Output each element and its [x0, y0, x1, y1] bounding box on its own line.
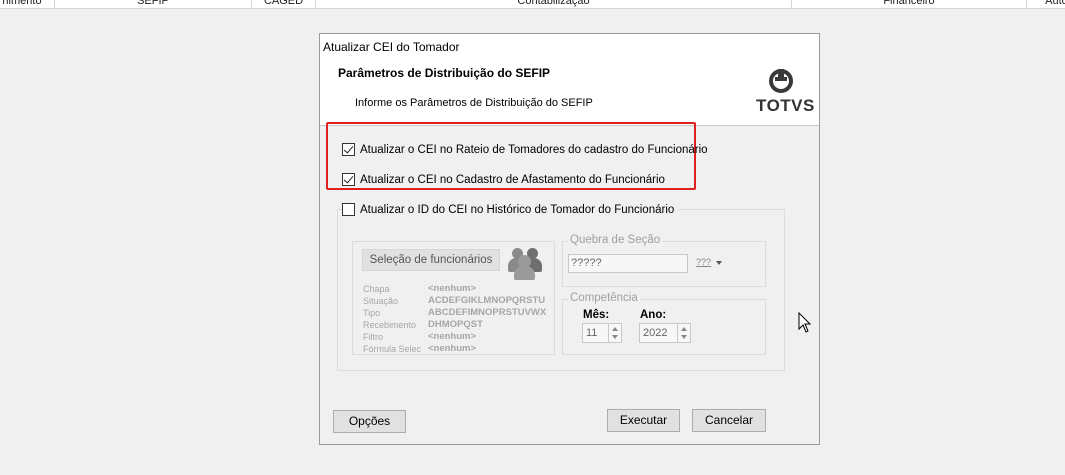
competencia-legend: Competência: [568, 292, 640, 304]
checkbox-label: Atualizar o CEI no Rateio de Tomadores d…: [360, 143, 708, 156]
label-tipo: Tipo: [363, 308, 381, 318]
atualizar-cei-dialog: Atualizar CEI do Tomador Parâmetros de D…: [319, 33, 820, 445]
column-header[interactable]: Financeiro: [792, 0, 1027, 8]
value-chapa: <nenhum>: [428, 283, 477, 294]
dialog-title: Atualizar CEI do Tomador: [323, 40, 460, 54]
selection-values: <nenhum> ACDEFGIKLMNOPQRSTU ABCDEFIMNOPR…: [428, 283, 555, 355]
label-recebimento: Recebimento: [363, 320, 417, 330]
column-header[interactable]: nimento: [0, 0, 55, 8]
column-header[interactable]: CAGED: [252, 0, 316, 8]
checkbox-historico-tomador[interactable]: Atualizar o ID do CEI no Histórico de To…: [342, 203, 679, 216]
mes-spinner[interactable]: 11: [582, 323, 622, 343]
employee-selection-panel: Seleção de funcionários Chapa Situação T…: [352, 241, 555, 355]
quebra-secao-input[interactable]: ?????: [568, 254, 688, 273]
people-icon: [508, 246, 544, 280]
spin-down-icon[interactable]: [681, 335, 687, 339]
spin-up-icon[interactable]: [612, 327, 618, 331]
column-header[interactable]: SEFIP: [55, 0, 252, 8]
header-subtitle: Informe os Parâmetros de Distribuição do…: [355, 97, 593, 109]
totvs-logo-icon: [769, 69, 793, 93]
value-tipo: ABCDEFIMNOPRSTUVWX: [428, 307, 547, 318]
label-formula-selec: Fórmula Selec: [363, 344, 422, 354]
checkbox-unchecked-icon[interactable]: [342, 203, 355, 216]
dialog-header: Parâmetros de Distribuição do SEFIP Info…: [320, 58, 819, 126]
checkbox-label: Atualizar o CEI no Cadastro de Afastamen…: [360, 173, 665, 186]
ano-value[interactable]: 2022: [643, 327, 667, 339]
checkbox-rateio-tomadores[interactable]: Atualizar o CEI no Rateio de Tomadores d…: [342, 143, 708, 156]
column-header[interactable]: Contabilização: [316, 0, 792, 8]
mes-value[interactable]: 11: [586, 327, 597, 339]
label-filtro: Filtro: [363, 332, 383, 342]
ano-label: Ano:: [640, 309, 667, 321]
dropdown-arrow-icon[interactable]: [716, 261, 722, 265]
dialog-titlebar[interactable]: Atualizar CEI do Tomador: [320, 34, 819, 58]
label-chapa: Chapa: [363, 284, 390, 294]
quebra-secao-legend: Quebra de Seção: [568, 234, 663, 246]
spin-down-icon[interactable]: [612, 335, 618, 339]
spin-up-icon[interactable]: [681, 327, 687, 331]
mouse-cursor-icon: [798, 312, 812, 333]
checkbox-label: Atualizar o ID do CEI no Histórico de To…: [360, 203, 675, 216]
label-situacao: Situação: [363, 296, 399, 306]
column-header[interactable]: Auto: [1027, 0, 1065, 8]
value-recebimento: DHMOPQST: [428, 319, 483, 330]
value-situacao: ACDEFGIKLMNOPQRSTU: [428, 295, 546, 306]
value-formula-selec: <nenhum>: [428, 343, 477, 354]
executar-button[interactable]: Executar: [607, 409, 680, 432]
mes-label: Mês:: [583, 309, 610, 321]
totvs-logo-text: TOTVS: [756, 96, 815, 115]
header-title: Parâmetros de Distribuição do SEFIP: [338, 66, 551, 80]
ano-spinner[interactable]: 2022: [639, 323, 691, 343]
checkbox-checked-icon[interactable]: [342, 173, 355, 186]
cancelar-button[interactable]: Cancelar: [692, 409, 766, 432]
selecao-funcionarios-button[interactable]: Seleção de funcionários: [362, 249, 500, 271]
background-column-header: nimento SEFIP CAGED Contabilização Finan…: [0, 0, 1065, 9]
quebra-lookup-button[interactable]: ???: [696, 257, 711, 267]
spinner-arrows[interactable]: [608, 324, 621, 342]
checkbox-cadastro-afastamento[interactable]: Atualizar o CEI no Cadastro de Afastamen…: [342, 173, 665, 186]
checkbox-checked-icon[interactable]: [342, 143, 355, 156]
selection-labels: Chapa Situação Tipo Recebimento Filtro F…: [363, 283, 421, 355]
spinner-arrows[interactable]: [677, 324, 690, 342]
opcoes-button[interactable]: Opções: [333, 410, 406, 433]
totvs-logo: TOTVS: [756, 69, 815, 117]
value-filtro: <nenhum>: [428, 331, 477, 342]
